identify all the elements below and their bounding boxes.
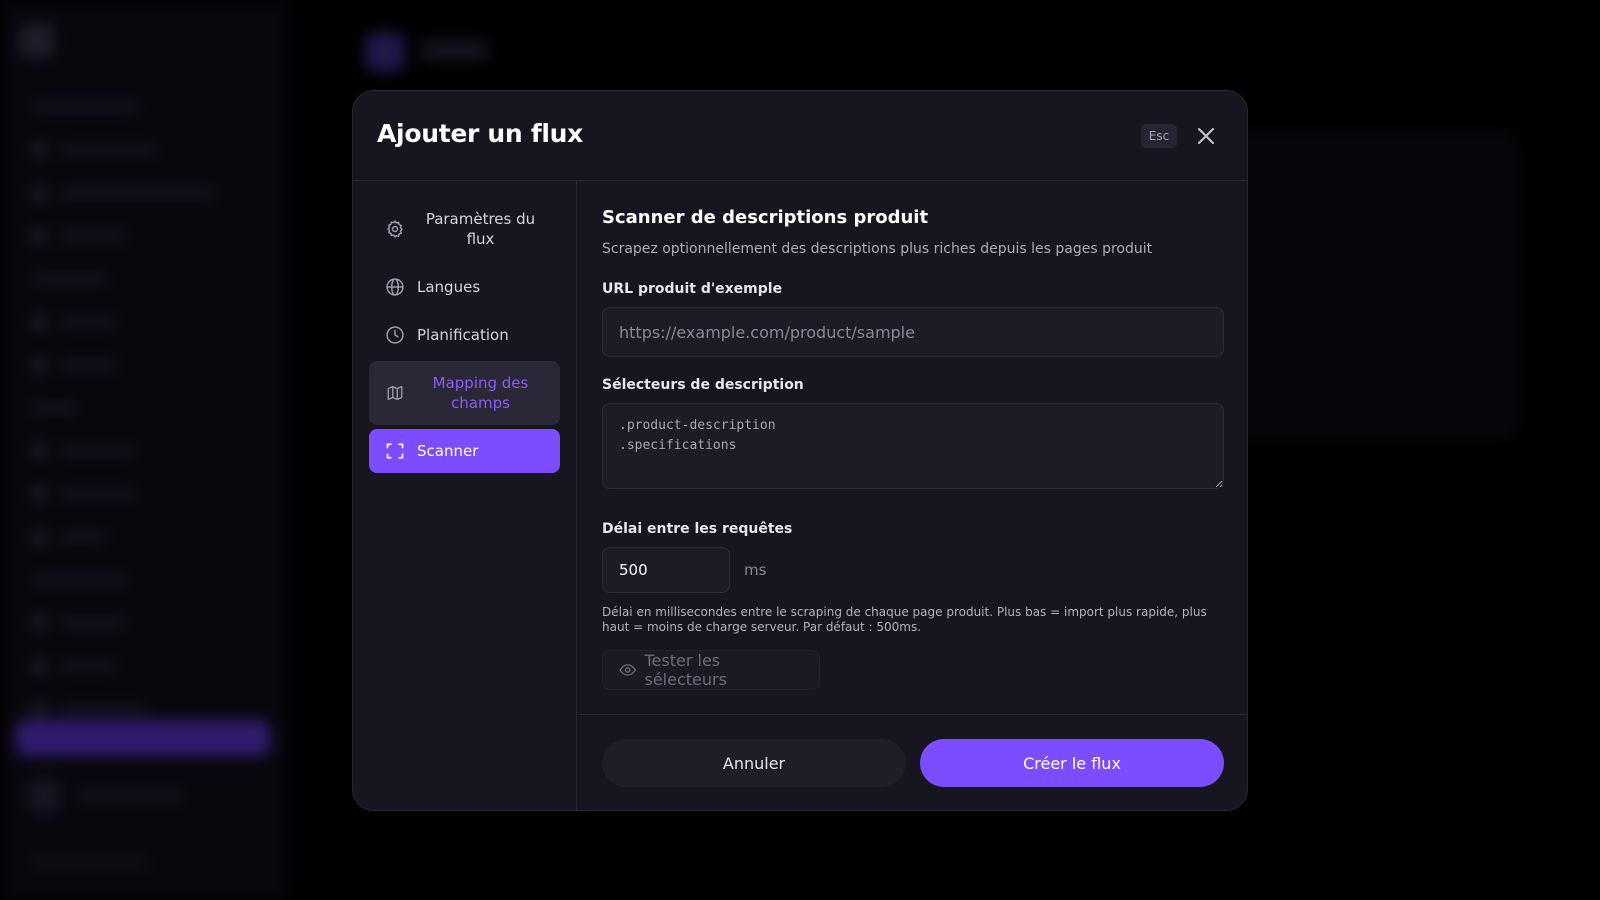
selectors-field-label: Sélecteurs de description	[602, 377, 804, 393]
background-footer	[30, 856, 150, 868]
scan-icon	[385, 441, 405, 461]
gear-icon	[385, 219, 405, 239]
nav-label-scanner: Scanner	[417, 442, 479, 460]
background-nav	[30, 96, 270, 741]
clock-icon	[385, 325, 405, 345]
footer-divider	[578, 714, 1247, 715]
test-selectors-label: Tester les sélecteurs	[644, 651, 727, 689]
modal-body: Paramètres du flux Langues Planification…	[353, 181, 1247, 810]
background-active-item	[16, 720, 270, 756]
background-sidebar	[0, 0, 290, 900]
modal-side-nav: Paramètres du flux Langues Planification…	[353, 181, 577, 810]
delay-help-text: Délai en millisecondes entre le scraping…	[602, 605, 1207, 634]
map-icon	[385, 383, 405, 403]
cancel-button[interactable]: Annuler	[602, 739, 906, 787]
esc-hint-badge: Esc	[1141, 124, 1177, 148]
globe-icon	[385, 277, 405, 297]
close-button[interactable]	[1193, 123, 1219, 149]
delay-input[interactable]	[602, 547, 730, 593]
modal-title: Ajouter un flux	[377, 119, 583, 148]
modal-header: Ajouter un flux Esc	[353, 91, 1247, 181]
background-card	[1200, 130, 1520, 440]
test-selectors-button[interactable]: Tester les sélecteurs	[602, 650, 820, 690]
sample-url-input[interactable]	[602, 307, 1224, 357]
delay-unit-label: ms	[744, 561, 767, 579]
background-header-title	[420, 38, 490, 62]
nav-label-planning: Planification	[417, 326, 509, 344]
section-subtitle: Scrapez optionnellement des descriptions…	[602, 241, 1153, 257]
delay-field-label: Délai entre les requêtes	[602, 521, 793, 537]
description-selectors-textarea[interactable]: .product-description .specifications	[602, 403, 1224, 489]
section-title: Scanner de descriptions produit	[602, 207, 929, 228]
nav-item-scanner[interactable]: Scanner	[369, 429, 560, 473]
add-feed-modal: Ajouter un flux Esc Paramètres du flux L…	[352, 90, 1248, 811]
nav-label-field-mapping: Mapping des champs	[432, 374, 529, 412]
background-logo	[20, 24, 74, 58]
nav-item-planning[interactable]: Planification	[369, 313, 560, 357]
nav-label-languages: Langues	[417, 278, 481, 296]
nav-item-feed-settings[interactable]: Paramètres du flux	[369, 197, 560, 261]
background-header-icon	[365, 32, 405, 72]
background-user	[26, 778, 186, 814]
create-feed-button[interactable]: Créer le flux	[920, 739, 1224, 787]
eye-icon	[619, 664, 637, 676]
nav-item-field-mapping[interactable]: Mapping des champs	[369, 361, 560, 425]
scanner-panel: Scanner de descriptions produit Scrapez …	[578, 181, 1247, 810]
url-field-label: URL produit d'exemple	[602, 281, 783, 297]
nav-label-feed-settings: Paramètres du flux	[425, 210, 536, 248]
nav-item-languages[interactable]: Langues	[369, 265, 560, 309]
close-icon	[1198, 128, 1214, 144]
